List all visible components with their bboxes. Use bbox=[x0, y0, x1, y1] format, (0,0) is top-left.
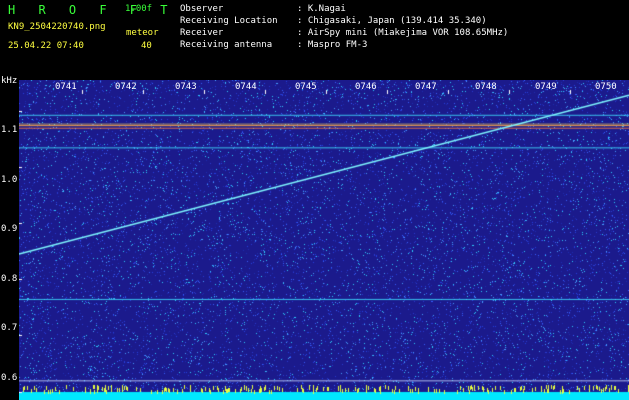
y-tick-label: 1.0 bbox=[1, 175, 18, 185]
x-tick-label: 0744 bbox=[235, 82, 257, 92]
y-axis-unit: kHz bbox=[1, 76, 18, 86]
info-key: Receiver bbox=[180, 28, 224, 38]
info-receiver: Receiver : AirSpy mini (Miakejima VOR 108… bbox=[180, 28, 508, 38]
info-key: Receiving antenna bbox=[180, 40, 273, 50]
spectrogram-plot bbox=[19, 80, 629, 400]
info-observer: Observer : K.Nagai bbox=[180, 4, 346, 14]
file-name: KN9_2504220740.png bbox=[8, 22, 106, 32]
y-tick-label: 0.7 bbox=[1, 323, 18, 333]
x-tick-label: 0743 bbox=[175, 82, 197, 92]
x-tick-label: 0746 bbox=[355, 82, 377, 92]
timestamp: 25.04.22 07:40 bbox=[8, 41, 84, 51]
y-tick-label: 0.8 bbox=[1, 274, 18, 284]
info-value: : Maspro FM-3 bbox=[297, 40, 368, 50]
x-tick-label: 0741 bbox=[55, 82, 77, 92]
x-tick-label: 0750 bbox=[595, 82, 617, 92]
info-value: : K.Nagai bbox=[297, 4, 346, 14]
version-label: 1.00f bbox=[125, 4, 153, 14]
info-value: : AirSpy mini (Miakejima VOR 108.65MHz) bbox=[297, 28, 509, 38]
info-key: Receiving Location bbox=[180, 16, 278, 26]
x-tick-label: 0742 bbox=[115, 82, 137, 92]
info-antenna: Receiving antenna : Maspro FM-3 bbox=[180, 40, 367, 50]
x-tick-label: 0747 bbox=[415, 82, 437, 92]
meteor-label: meteor bbox=[126, 28, 159, 38]
x-tick-label: 0749 bbox=[535, 82, 557, 92]
info-value: : Chigasaki, Japan (139.414 35.340) bbox=[297, 16, 487, 26]
info-location: Receiving Location : Chigasaki, Japan (13… bbox=[180, 16, 487, 26]
y-tick-label: 0.6 bbox=[1, 373, 18, 383]
header-panel: H R O F F T 1.00f KN9_2504220740.png met… bbox=[0, 0, 629, 75]
info-key: Observer bbox=[180, 4, 224, 14]
x-tick-label: 0745 bbox=[295, 82, 317, 92]
meteor-count: 40 bbox=[141, 41, 152, 51]
y-tick-label: 0.9 bbox=[1, 224, 18, 234]
x-tick-label: 0748 bbox=[475, 82, 497, 92]
y-tick-label: 1.1 bbox=[1, 125, 18, 135]
